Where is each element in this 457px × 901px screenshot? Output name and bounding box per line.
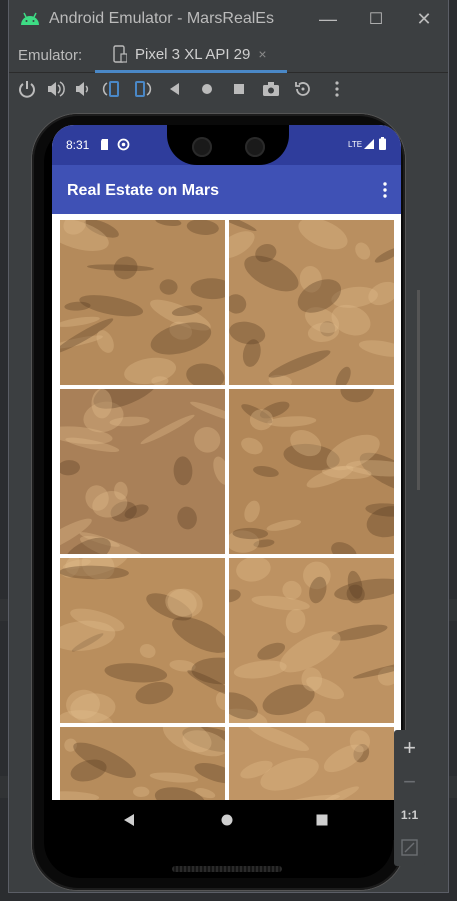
- replay-icon[interactable]: [293, 79, 313, 99]
- volume-up-icon[interactable]: [45, 79, 65, 99]
- zoom-panel: + − 1:1: [394, 730, 425, 866]
- sd-card-icon: [101, 139, 108, 150]
- mars-terrain-image: [60, 727, 225, 800]
- title-bar: Android Emulator - MarsRealEs — ☐ ✕: [9, 0, 448, 38]
- device-icon: [113, 45, 127, 63]
- mars-photo-3[interactable]: [60, 389, 225, 554]
- actual-size-button[interactable]: 1:1: [394, 799, 425, 831]
- android-icon: [21, 12, 39, 25]
- fit-screen-icon[interactable]: [401, 839, 418, 856]
- status-bar: 8:31 LTE: [52, 125, 401, 165]
- status-time: 8:31: [66, 138, 90, 152]
- sync-icon: [117, 138, 130, 151]
- app-title: Real Estate on Mars: [67, 182, 220, 199]
- phone-speaker-grille: [172, 866, 282, 872]
- mars-photo-6[interactable]: [229, 558, 394, 723]
- mars-photo-5[interactable]: [60, 558, 225, 723]
- network-type: LTE: [348, 140, 363, 149]
- app-bar: Real Estate on Mars: [52, 165, 401, 214]
- minimize-button[interactable]: —: [304, 0, 352, 38]
- zoom-out-button[interactable]: −: [394, 766, 425, 798]
- volume-down-icon[interactable]: [73, 79, 93, 99]
- mars-terrain-image: [60, 389, 225, 554]
- mars-terrain-image: [229, 558, 394, 723]
- power-icon[interactable]: [17, 79, 37, 99]
- zoom-in-button[interactable]: +: [394, 732, 425, 764]
- front-camera-icon: [245, 137, 265, 157]
- front-camera-icon: [192, 137, 212, 157]
- mars-terrain-image: [60, 558, 225, 723]
- mars-photo-8[interactable]: [229, 727, 394, 800]
- mars-photo-2[interactable]: [229, 220, 394, 385]
- mars-terrain-image: [60, 220, 225, 385]
- device-screen[interactable]: 8:31 LTE Real Estate on Mars: [52, 125, 401, 800]
- tab-pixel-3-xl[interactable]: Pixel 3 XL API 29 ×: [95, 38, 287, 73]
- mars-terrain-image: [229, 220, 394, 385]
- window-title: Android Emulator - MarsRealEs: [49, 10, 274, 27]
- nav-home-icon[interactable]: [221, 814, 233, 826]
- mars-photo-7[interactable]: [60, 727, 225, 800]
- mars-photo-1[interactable]: [60, 220, 225, 385]
- battery-icon: [379, 137, 386, 150]
- camera-icon[interactable]: [261, 79, 281, 99]
- back-icon[interactable]: [165, 79, 185, 99]
- overflow-menu-icon[interactable]: [383, 182, 387, 198]
- nav-back-icon[interactable]: [122, 813, 136, 827]
- emulator-label: Emulator:: [18, 47, 83, 64]
- mars-terrain-image: [229, 727, 394, 800]
- nav-overview-icon[interactable]: [316, 814, 328, 826]
- tab-bar: Emulator: Pixel 3 XL API 29 ×: [9, 38, 448, 99]
- close-button[interactable]: ✕: [400, 0, 448, 38]
- rotate-left-icon[interactable]: [101, 79, 121, 99]
- rotate-right-icon[interactable]: [133, 79, 153, 99]
- mars-photo-4[interactable]: [229, 389, 394, 554]
- tab-label: Pixel 3 XL API 29: [135, 45, 251, 63]
- maximize-button[interactable]: ☐: [352, 0, 400, 38]
- signal-icon: [364, 139, 374, 149]
- camera-notch: [167, 125, 289, 165]
- emulator-toolbar: [9, 73, 448, 105]
- scrollbar[interactable]: [417, 290, 420, 490]
- nav-bar: [52, 800, 401, 840]
- mars-terrain-image: [229, 389, 394, 554]
- overview-icon[interactable]: [229, 79, 249, 99]
- tab-close-icon[interactable]: ×: [258, 46, 266, 62]
- more-icon[interactable]: [327, 79, 347, 99]
- home-icon[interactable]: [197, 79, 217, 99]
